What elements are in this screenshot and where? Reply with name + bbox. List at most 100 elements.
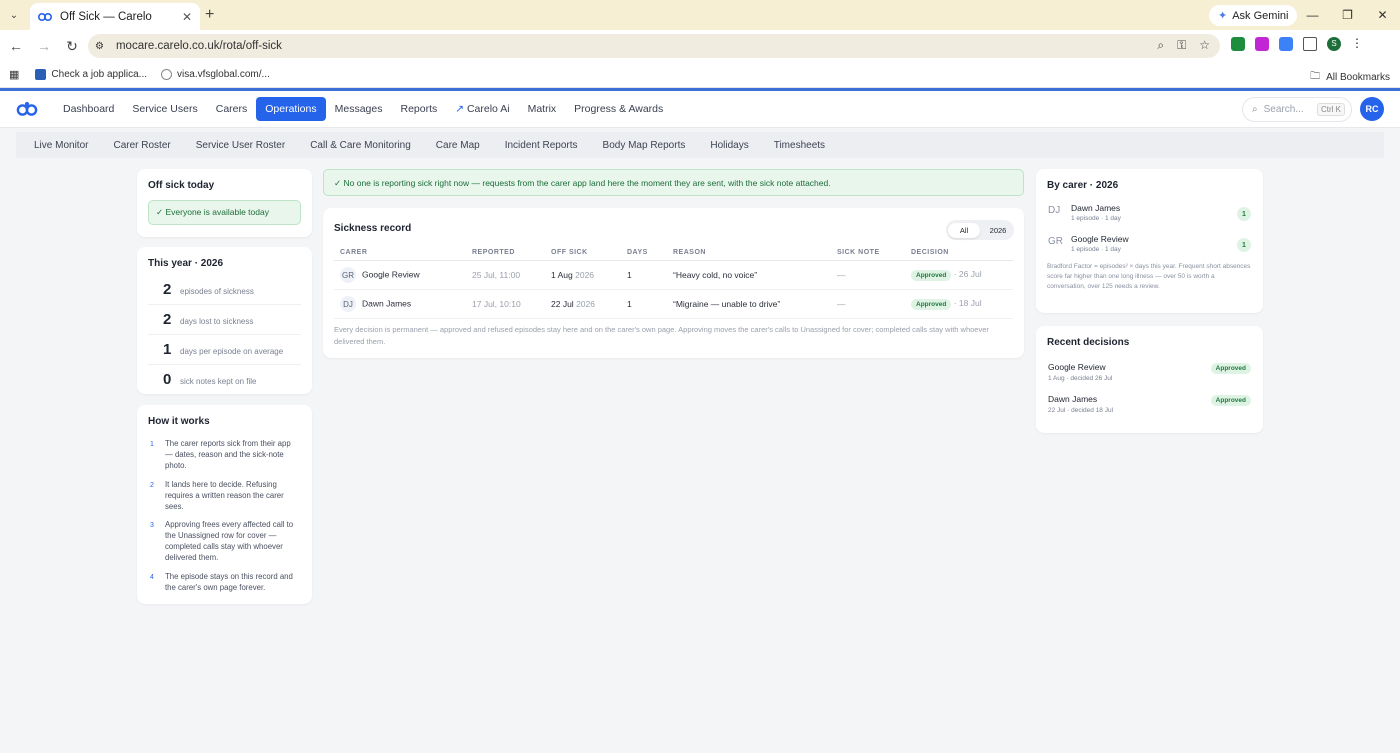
off-sick-today-title: Off sick today	[148, 180, 215, 191]
how-it-works-card: How it works 1 The carer reports sick fro…	[137, 405, 312, 604]
browser-menu-icon[interactable]: ⋮	[1351, 37, 1363, 51]
nav-matrix[interactable]: Matrix	[519, 97, 566, 121]
days-cell: 1	[621, 289, 667, 319]
browser-tab[interactable]: Off Sick — Carelo ✕	[30, 3, 200, 30]
zoom-icon[interactable]: ⌕	[1157, 38, 1164, 53]
puzzle-extensions-icon[interactable]	[1303, 37, 1317, 51]
episode-count-badge: 1	[1237, 238, 1251, 252]
back-icon[interactable]: ←	[4, 38, 28, 54]
gemini-sparkle-icon: ✦	[1218, 10, 1228, 22]
carer-summary-item[interactable]: GR Google Review 1 episode · 1 day 1	[1036, 228, 1263, 259]
approved-badge: Approved	[911, 299, 952, 310]
bookmark-favicon-icon	[161, 69, 173, 80]
decision-cell: Approved · 26 Jul	[905, 260, 1013, 290]
decision-item[interactable]: Dawn James 22 Jul · decided 18 Jul Appro…	[1036, 388, 1263, 420]
all-bookmarks-label: All Bookmarks	[1326, 72, 1390, 83]
stat-value: 1	[163, 341, 172, 358]
carer-name[interactable]: Google Review	[362, 269, 420, 279]
nav-carers[interactable]: Carers	[207, 97, 257, 121]
episode-count-badge: 1	[1237, 207, 1251, 221]
purple-extension-icon[interactable]	[1255, 37, 1269, 51]
nav-dashboard[interactable]: Dashboard	[54, 97, 123, 121]
reported-cell: 17 Jul, 10:10	[466, 289, 545, 319]
decision-item[interactable]: Google Review 1 Aug · decided 26 Jul App…	[1036, 356, 1263, 388]
step-text: Approving frees every affected call to t…	[165, 520, 294, 563]
step-item: 3 Approving frees every affected call to …	[150, 520, 300, 564]
nav-progress-awards[interactable]: Progress & Awards	[565, 97, 672, 121]
subnav-call-care-monitoring[interactable]: Call & Care Monitoring	[310, 140, 411, 151]
new-tab-icon[interactable]: +	[205, 6, 214, 24]
profile-avatar[interactable]: S	[1327, 37, 1341, 51]
off-sick-cell: 1 Aug 2026	[545, 260, 621, 290]
forward-icon[interactable]: →	[32, 38, 56, 54]
nav-operations[interactable]: Operations	[256, 97, 326, 121]
carer-summary-item[interactable]: DJ Dawn James 1 episode · 1 day 1	[1036, 197, 1263, 228]
all-bookmarks[interactable]: 🗀 All Bookmarks	[1310, 69, 1390, 86]
blue-extension-icon[interactable]	[1279, 37, 1293, 51]
decision-summary: 22 Jul · decided 18 Jul	[1048, 407, 1114, 414]
apps-grid-icon[interactable]: ▦	[9, 68, 19, 81]
subnav-care-map[interactable]: Care Map	[436, 140, 480, 151]
off-sick-today-card: Off sick today ✓ Everyone is available t…	[137, 169, 312, 237]
this-year-title: This year · 2026	[148, 258, 224, 269]
password-key-icon[interactable]: ⚿	[1177, 38, 1186, 53]
reload-icon[interactable]: ↻	[60, 38, 84, 55]
subnav-carer-roster[interactable]: Carer Roster	[113, 140, 170, 151]
subnav-service-user-roster[interactable]: Service User Roster	[196, 140, 285, 151]
nav-messages[interactable]: Messages	[326, 97, 392, 121]
maximize-icon[interactable]: ❐	[1330, 0, 1365, 30]
tab-close-icon[interactable]: ✕	[182, 10, 192, 24]
ask-gemini-button[interactable]: ✦ Ask Gemini	[1209, 5, 1298, 26]
subnav-incident-reports[interactable]: Incident Reports	[505, 140, 578, 151]
filter-all[interactable]: All	[948, 222, 980, 238]
bookmark-favicon-icon	[35, 69, 47, 80]
sickness-record-card: Sickness record All 2026 CARER REPORTED …	[323, 208, 1024, 358]
tab-search-icon[interactable]: ⌄	[0, 0, 28, 30]
col-decision: DECISION	[905, 245, 1013, 261]
recent-decisions-title: Recent decisions	[1047, 337, 1130, 348]
col-off-sick: OFF SICK	[545, 245, 621, 261]
omnibox[interactable]: ⚙ mocare.carelo.co.uk/rota/off-sick ⌕ ⚿ …	[88, 34, 1220, 58]
step-number: 2	[150, 481, 154, 489]
stat-label: days per episode on average	[180, 347, 284, 356]
carer-initials: DJ	[1048, 204, 1061, 216]
bookmark-star-icon[interactable]: ☆	[1199, 38, 1210, 53]
minimize-icon[interactable]: —	[1295, 0, 1330, 30]
subnav-timesheets[interactable]: Timesheets	[774, 140, 825, 151]
download-extension-icon[interactable]	[1231, 37, 1245, 51]
nav-service-users[interactable]: Service Users	[123, 97, 206, 121]
bookmark-label: Check a job applica...	[51, 69, 148, 80]
stat-label: sick notes kept on file	[180, 377, 257, 386]
carer-name[interactable]: Dawn James	[362, 298, 411, 308]
bradford-factor-note: Bradford Factor = episodes² × days this …	[1047, 263, 1251, 290]
filter-2026[interactable]: 2026	[982, 223, 1014, 238]
operations-subnav: Live Monitor Carer Roster Service User R…	[16, 132, 1384, 158]
subnav-holidays[interactable]: Holidays	[710, 140, 748, 151]
carelo-logo-icon[interactable]	[16, 100, 38, 118]
subnav-body-map-reports[interactable]: Body Map Reports	[603, 140, 686, 151]
stat-value: 2	[163, 281, 172, 298]
step-text: The episode stays on this record and the…	[165, 572, 293, 592]
close-window-icon[interactable]: ✕	[1365, 0, 1400, 30]
site-info-icon[interactable]: ⚙	[95, 41, 104, 52]
ai-arrow-icon: ↗	[455, 103, 467, 115]
step-item: 2 It lands here to decide. Refusing requi…	[150, 480, 300, 513]
table-row[interactable]: GR Google Review 25 Jul, 11:00 1 Aug 2026…	[334, 260, 1013, 290]
bookmark-vfsglobal[interactable]: visa.vfsglobal.com/...	[161, 69, 270, 80]
url-text[interactable]: mocare.carelo.co.uk/rota/off-sick	[116, 40, 282, 52]
search-input[interactable]: ⌕ Search... Ctrl K	[1242, 97, 1352, 122]
nav-reports[interactable]: Reports	[391, 97, 446, 121]
nav-carelo-ai[interactable]: ↗ Carelo Ai	[446, 97, 518, 121]
subnav-live-monitor[interactable]: Live Monitor	[34, 140, 88, 151]
extensions-area: S ⋮	[1231, 37, 1363, 51]
by-carer-title: By carer · 2026	[1047, 180, 1119, 191]
table-row[interactable]: DJ Dawn James 17 Jul, 10:10 22 Jul 2026 1…	[334, 289, 1013, 319]
approved-badge: Approved	[1210, 395, 1251, 406]
stat-days-per-episode: 1 days per episode on average	[148, 335, 301, 365]
bookmark-job-application[interactable]: Check a job applica...	[35, 69, 147, 80]
decision-date: · 18 Jul	[953, 298, 982, 308]
user-avatar[interactable]: RC	[1360, 97, 1384, 121]
stat-value: 0	[163, 371, 172, 388]
availability-status: ✓ Everyone is available today	[148, 200, 301, 225]
step-number: 3	[150, 522, 154, 530]
